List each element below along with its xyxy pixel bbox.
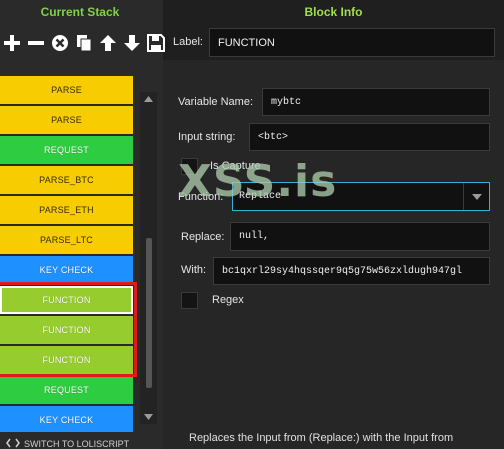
variable-name-input[interactable]: mybtc: [262, 88, 490, 116]
is-capture-label: Is Capture: [210, 160, 261, 172]
stack-scrollbar[interactable]: [140, 92, 157, 424]
move-up-icon[interactable]: [96, 31, 120, 55]
chevron-down-icon[interactable]: [463, 183, 489, 210]
stack-item-label: KEY CHECK: [39, 415, 94, 425]
input-string-caption: Input string:: [178, 131, 236, 143]
with-input[interactable]: bc1qxrl29sy4hqssqer9q5g75w56zxldugh947gl: [213, 257, 490, 285]
label-field[interactable]: FUNCTION: [209, 28, 495, 57]
is-capture-checkbox[interactable]: [181, 158, 198, 175]
stack-item-key-check[interactable]: KEY CHECK: [0, 256, 133, 284]
stack-panel: Current Stack PARSE PARSE REQUEST PARSE_…: [0, 0, 165, 449]
replace-caption: Replace:: [181, 231, 225, 243]
stack-toolbar: [0, 30, 168, 56]
stack-item-parse[interactable]: PARSE: [0, 76, 133, 104]
clear-icon[interactable]: [48, 31, 72, 55]
stack-item-label: PARSE_BTC: [39, 175, 94, 185]
stack-item-label: FUNCTION: [42, 295, 91, 305]
move-down-icon[interactable]: [120, 31, 144, 55]
stack-item-parse-ltc[interactable]: PARSE_LTC: [0, 226, 133, 254]
block-stack: PARSE PARSE REQUEST PARSE_BTC PARSE_ETH …: [0, 76, 133, 432]
stack-item-key-check[interactable]: KEY CHECK: [0, 406, 133, 432]
stack-item-label: KEY CHECK: [39, 265, 94, 275]
stack-item-label: PARSE: [51, 85, 82, 95]
scroll-up-icon[interactable]: [140, 92, 157, 106]
scroll-down-icon[interactable]: [140, 410, 157, 424]
stack-item-parse[interactable]: PARSE: [0, 106, 133, 134]
function-caption: Function:: [178, 191, 224, 203]
block-settings: [163, 60, 504, 449]
block-info-title: Block Info: [304, 5, 363, 19]
stack-item-function[interactable]: FUNCTION: [0, 316, 133, 344]
stack-item-label: FUNCTION: [42, 355, 91, 365]
copy-icon[interactable]: [72, 31, 96, 55]
stack-item-function[interactable]: FUNCTION: [0, 346, 133, 374]
switch-to-loliscript-button[interactable]: SWITCH TO LOLISCRIPT: [0, 437, 163, 449]
regex-label: Regex: [212, 294, 244, 306]
save-icon[interactable]: [144, 31, 168, 55]
function-select-value: Replace: [239, 191, 282, 202]
stack-item-label: PARSE_LTC: [40, 235, 93, 245]
scrollbar-thumb[interactable]: [146, 238, 152, 388]
stack-title: Current Stack: [40, 5, 120, 19]
switch-label: SWITCH TO LOLISCRIPT: [24, 439, 130, 449]
stack-item-label: REQUEST: [44, 145, 89, 155]
stack-item-function[interactable]: FUNCTION: [0, 286, 133, 314]
label-caption: Label:: [173, 36, 203, 48]
stack-item-parse-btc[interactable]: PARSE_BTC: [0, 166, 133, 194]
remove-icon[interactable]: [24, 31, 48, 55]
stack-item-label: FUNCTION: [42, 325, 91, 335]
stack-item-parse-eth[interactable]: PARSE_ETH: [0, 196, 133, 224]
stack-item-request[interactable]: REQUEST: [0, 136, 133, 164]
block-description: Replaces the Input from (Replace:) with …: [189, 432, 454, 444]
function-select[interactable]: Replace: [232, 182, 490, 211]
stack-item-label: PARSE: [51, 115, 82, 125]
stack-item-label: PARSE_ETH: [39, 205, 94, 215]
stack-item-label: REQUEST: [44, 385, 89, 395]
with-caption: With:: [181, 264, 207, 276]
stack-item-request[interactable]: REQUEST: [0, 376, 133, 404]
code-icon: [6, 438, 20, 449]
variable-name-caption: Variable Name:: [178, 96, 253, 108]
add-icon[interactable]: [0, 31, 24, 55]
input-string-input[interactable]: <btc>: [249, 123, 490, 151]
replace-input[interactable]: null,: [230, 222, 490, 251]
regex-checkbox[interactable]: [181, 292, 198, 309]
